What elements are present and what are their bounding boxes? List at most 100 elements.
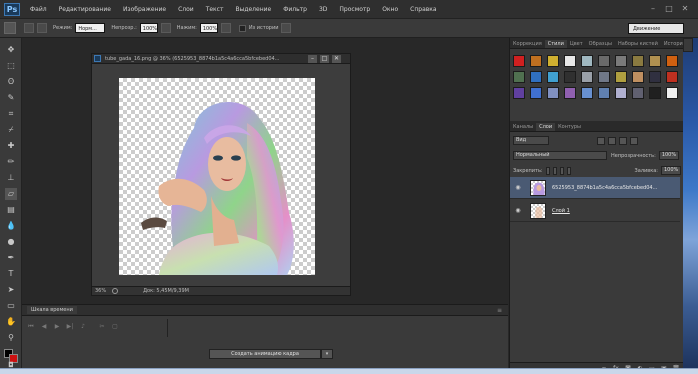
filter-adjust-icon[interactable]: [608, 136, 616, 145]
maximize-icon[interactable]: □: [664, 4, 674, 14]
marquee-tool-icon[interactable]: ⬚: [5, 60, 17, 72]
panel-menu-icon[interactable]: ≡: [497, 307, 502, 314]
visibility-eye-icon[interactable]: ◉: [513, 207, 523, 214]
document-maximize-icon[interactable]: □: [320, 55, 329, 63]
menu-window[interactable]: Окно: [376, 6, 404, 13]
timeline-track[interactable]: [167, 319, 507, 337]
layer-filter-kind[interactable]: Вид: [513, 136, 549, 145]
layer-opacity-field[interactable]: 100%: [658, 151, 679, 160]
style-swatch[interactable]: [513, 55, 525, 67]
layer-name[interactable]: Слой 1: [552, 208, 680, 214]
split-icon[interactable]: ✂: [97, 322, 107, 331]
menu-view[interactable]: Просмотр: [333, 6, 376, 13]
healing-brush-tool-icon[interactable]: ✚: [5, 140, 17, 152]
tab-layers[interactable]: Слои: [536, 123, 556, 131]
history-checkbox[interactable]: [238, 24, 246, 32]
style-swatch[interactable]: [581, 71, 593, 83]
style-swatch[interactable]: [547, 55, 559, 67]
style-swatch[interactable]: [598, 71, 610, 83]
image-canvas[interactable]: [119, 78, 315, 275]
blur-tool-icon[interactable]: 💧: [5, 220, 17, 232]
document-close-icon[interactable]: ✕: [332, 55, 341, 63]
menu-layers[interactable]: Слои: [172, 6, 200, 13]
style-swatch[interactable]: [564, 71, 576, 83]
filter-pixel-icon[interactable]: [597, 136, 605, 145]
menu-3d[interactable]: 3D: [313, 6, 333, 13]
layer-row[interactable]: ◉ Слой 1: [510, 200, 680, 222]
lock-all-icon[interactable]: [566, 166, 571, 175]
style-swatch[interactable]: [632, 55, 644, 67]
tab-color[interactable]: Цвет: [567, 40, 586, 48]
fill-field[interactable]: 100%: [660, 166, 681, 175]
pen-tool-icon[interactable]: ✒: [5, 252, 17, 264]
opacity-pressure-icon[interactable]: [160, 23, 171, 33]
create-frame-animation-button[interactable]: Создать анимацию кадра: [209, 349, 321, 359]
menu-edit[interactable]: Редактирование: [53, 6, 117, 13]
path-select-tool-icon[interactable]: ➤: [5, 284, 17, 296]
document-title-bar[interactable]: tube_gada_16.png @ 36% (6525953_8874b1a5…: [92, 54, 350, 64]
style-swatch[interactable]: [649, 71, 661, 83]
style-swatch[interactable]: [632, 71, 644, 83]
style-swatch[interactable]: [615, 71, 627, 83]
style-swatch[interactable]: [666, 87, 678, 99]
opacity-field[interactable]: 100%: [139, 23, 158, 33]
visibility-eye-icon[interactable]: ◉: [513, 184, 523, 191]
style-swatch[interactable]: [547, 87, 559, 99]
brush-tool-icon[interactable]: ✏: [5, 156, 17, 168]
style-swatch[interactable]: [564, 55, 576, 67]
collapsed-panel-icon[interactable]: [683, 38, 693, 52]
style-swatch[interactable]: [598, 87, 610, 99]
close-icon[interactable]: ✕: [680, 4, 690, 14]
crop-tool-icon[interactable]: ⌗: [5, 108, 17, 120]
blend-mode-select[interactable]: Нормальный: [513, 151, 607, 160]
first-frame-icon[interactable]: ⏮: [26, 322, 36, 331]
tab-brush-presets[interactable]: Наборы кистей: [615, 40, 661, 48]
next-frame-icon[interactable]: ▶|: [65, 322, 75, 331]
menu-select[interactable]: Выделение: [229, 6, 277, 13]
style-swatch[interactable]: [615, 55, 627, 67]
eraser-tool-icon[interactable]: ▱: [5, 188, 17, 200]
timeline-tab[interactable]: Шкала времени: [27, 306, 77, 314]
menu-filter[interactable]: Фильтр: [277, 6, 313, 13]
airbrush-icon[interactable]: [220, 23, 231, 33]
style-swatch[interactable]: [530, 87, 542, 99]
lock-position-icon[interactable]: [559, 166, 564, 175]
style-swatch[interactable]: [632, 87, 644, 99]
type-tool-icon[interactable]: T: [5, 268, 17, 280]
lasso-tool-icon[interactable]: ʘ: [5, 76, 17, 88]
zoom-level[interactable]: 36%: [95, 288, 106, 294]
shape-tool-icon[interactable]: ▭: [5, 300, 17, 312]
tab-styles[interactable]: Стили: [544, 40, 567, 48]
eyedropper-tool-icon[interactable]: ⌿: [5, 124, 17, 136]
play-icon[interactable]: ▶: [52, 322, 62, 331]
lock-image-icon[interactable]: [552, 166, 557, 175]
menu-type[interactable]: Текст: [200, 6, 230, 13]
style-swatch[interactable]: [666, 71, 678, 83]
style-swatch[interactable]: [547, 71, 559, 83]
minimize-icon[interactable]: –: [648, 4, 658, 14]
style-swatch[interactable]: [598, 55, 610, 67]
style-swatch[interactable]: [513, 87, 525, 99]
dodge-tool-icon[interactable]: ●: [5, 236, 17, 248]
lock-transparent-icon[interactable]: [545, 166, 550, 175]
style-swatch[interactable]: [615, 87, 627, 99]
prev-frame-icon[interactable]: ◀: [39, 322, 49, 331]
style-swatch[interactable]: [649, 87, 661, 99]
transition-icon[interactable]: ▢: [110, 322, 120, 331]
style-swatch[interactable]: [581, 87, 593, 99]
style-swatch[interactable]: [666, 55, 678, 67]
filter-shape-icon[interactable]: [630, 136, 638, 145]
tablet-pressure-icon[interactable]: [281, 23, 292, 33]
gradient-tool-icon[interactable]: ▤: [5, 204, 17, 216]
layer-row[interactable]: ◉ 6525953_8874b1a5c4a6cca5bfcebed04...: [510, 177, 680, 199]
mode-select[interactable]: Норм...: [75, 23, 106, 33]
tab-channels[interactable]: Каналы: [510, 123, 536, 131]
pressure-field[interactable]: 100%: [199, 23, 218, 33]
style-swatch[interactable]: [581, 55, 593, 67]
eraser-tool-preset-icon[interactable]: [4, 22, 16, 34]
brush-size-icon[interactable]: [24, 23, 34, 33]
menu-file[interactable]: Файл: [24, 6, 53, 13]
document-minimize-icon[interactable]: –: [308, 55, 317, 63]
create-animation-dropdown[interactable]: ▾: [321, 349, 333, 359]
tab-paths[interactable]: Контуры: [555, 123, 584, 131]
